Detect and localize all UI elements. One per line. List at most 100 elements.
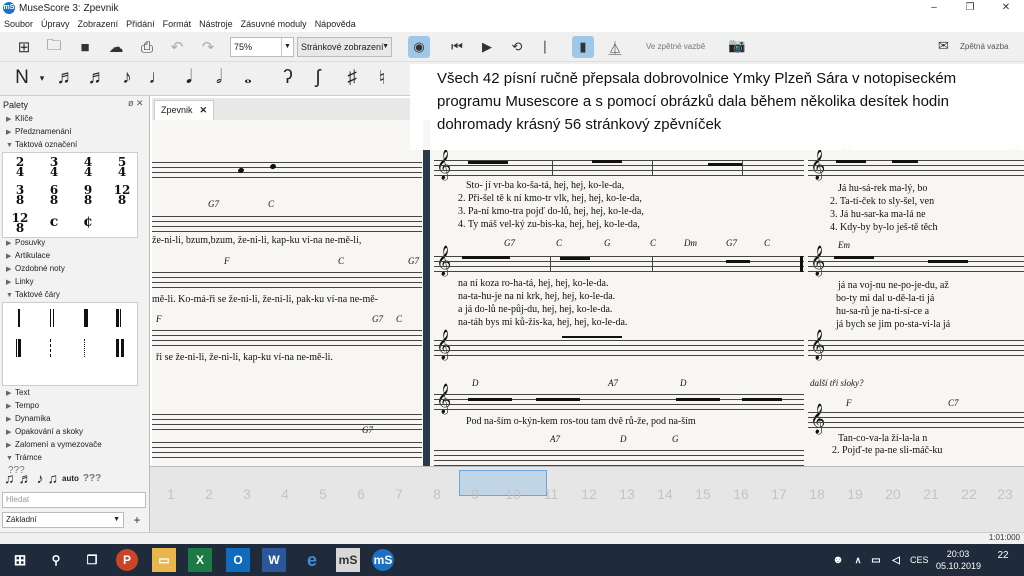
close-button[interactable]: ✕	[988, 0, 1024, 16]
sixtyfourth-note-icon[interactable]: ♬	[54, 64, 78, 92]
quarter-note-icon[interactable]: 𝅘𝅥	[177, 64, 201, 92]
new-score-icon[interactable]: ⊞	[14, 37, 34, 57]
barline-double[interactable]	[50, 309, 54, 327]
rewind-icon[interactable]: ⏮	[446, 36, 468, 58]
clock[interactable]: 20:03 05.10.2019	[936, 548, 981, 572]
sharp-icon[interactable]: ♯	[340, 64, 364, 92]
time-sig-5-4[interactable]: 54	[105, 156, 139, 178]
barline-end-repeat[interactable]	[16, 339, 21, 357]
palette-float-close-icon[interactable]: ø ✕	[128, 98, 144, 109]
page-thumbnail[interactable]: 4	[268, 471, 302, 517]
page-thumbnail[interactable]: 5	[306, 471, 340, 517]
page-thumbnail[interactable]: 6	[344, 471, 378, 517]
file-explorer-icon[interactable]: ▭	[152, 548, 176, 572]
menu-view[interactable]: Zobrazení	[78, 19, 119, 29]
palette-time-signatures[interactable]: ▼ Taktová označení	[6, 140, 77, 149]
time-sig-12-8-b[interactable]: 12 8	[3, 212, 37, 234]
page-thumbnail[interactable]: 21	[914, 471, 948, 517]
menu-add[interactable]: Přidání	[126, 19, 155, 29]
no-beam-icon[interactable]: ♪	[37, 470, 44, 486]
metronome-play-icon[interactable]: ▮	[572, 36, 594, 58]
palette-clefs[interactable]: ▶ Klíče	[6, 114, 33, 123]
time-sig-9-8[interactable]: 98	[71, 184, 105, 206]
palette-beam-properties[interactable]: ▼ Trámce	[6, 453, 42, 462]
edge-icon[interactable]: e	[300, 548, 324, 572]
zoom-combobox[interactable]: 75% ▼	[230, 37, 294, 57]
beam-32nd-icon[interactable]: ♫	[48, 470, 59, 486]
menu-help[interactable]: Nápověda	[315, 19, 356, 29]
outlook-icon[interactable]: O	[226, 548, 250, 572]
half-note-icon[interactable]: 𝅗𝅥	[207, 64, 231, 92]
save-icon[interactable]: ■	[75, 37, 95, 57]
volume-icon[interactable]: ◁	[884, 548, 908, 572]
beam-start-icon[interactable]: ♫	[4, 470, 15, 486]
time-sig-4-4[interactable]: 44	[71, 156, 105, 178]
tuplet-icon[interactable]: ʃ	[306, 64, 330, 92]
page-thumbnail[interactable]: 9	[458, 471, 492, 517]
barline-start-repeat[interactable]	[116, 309, 121, 327]
chevron-down-icon[interactable]: ▾	[30, 64, 54, 92]
barline-end-start-repeat[interactable]	[116, 339, 124, 357]
palette-text[interactable]: ▶ Text	[6, 388, 30, 397]
page-thumbnail[interactable]: 2	[192, 471, 226, 517]
time-sig-3-8[interactable]: 38	[3, 184, 37, 206]
barline-single[interactable]	[18, 309, 20, 327]
page-thumbnail[interactable]: 18	[800, 471, 834, 517]
eighth-note-icon[interactable]: ♩	[146, 64, 170, 92]
whole-note-icon[interactable]: 𝅝	[236, 64, 260, 92]
minimize-button[interactable]: –	[916, 0, 952, 16]
word-icon[interactable]: W	[262, 548, 286, 572]
time-sig-6-8[interactable]: 68	[37, 184, 71, 206]
menu-file[interactable]: Soubor	[4, 19, 33, 29]
envelope-icon[interactable]: ✉	[938, 38, 949, 54]
time-sig-common[interactable]: c	[37, 215, 71, 229]
mixer-icon[interactable]: ◉	[408, 36, 430, 58]
redo-icon[interactable]: ↷	[198, 37, 218, 57]
page-thumbnail[interactable]: 8	[420, 471, 454, 517]
barline-dotted[interactable]	[84, 339, 85, 357]
palette-dynamics[interactable]: ▶ Dynamika	[6, 414, 51, 423]
feedback-label[interactable]: Zpětná vazba	[960, 42, 1008, 51]
page-thumbnail[interactable]: 17	[762, 471, 796, 517]
time-sig-12-8[interactable]: 12 8	[105, 184, 139, 206]
palette-lines[interactable]: ▶ Linky	[6, 277, 34, 286]
palette-barlines[interactable]: ▼ Taktové čáry	[6, 290, 60, 299]
natural-icon[interactable]: ♮	[370, 64, 394, 92]
input-language[interactable]: CES	[910, 555, 929, 565]
maximize-button[interactable]: ❐	[952, 0, 988, 16]
auto-beam-button[interactable]: auto	[62, 474, 79, 483]
beam-middle-icon[interactable]: ♬	[19, 470, 33, 486]
page-thumbnail[interactable]: 13	[610, 471, 644, 517]
menu-format[interactable]: Formát	[163, 19, 192, 29]
page-thumbnail[interactable]: 23	[988, 471, 1022, 517]
loop-icon[interactable]: ⟲	[506, 36, 528, 58]
cloud-upload-icon[interactable]: ☁	[106, 37, 126, 57]
time-sig-3-4[interactable]: 34	[37, 156, 71, 178]
add-workspace-icon[interactable]: +	[128, 512, 146, 528]
camera-icon[interactable]: 📷	[728, 37, 745, 54]
view-mode-select[interactable]: Stránkové zobrazení ▼	[297, 37, 392, 57]
page-thumbnail[interactable]: 10	[496, 471, 530, 517]
palette-articulations[interactable]: ▶ Artikulace	[6, 251, 50, 260]
undo-icon[interactable]: ↶	[167, 37, 187, 57]
rest-icon[interactable]: ʔ	[276, 64, 300, 92]
time-sig-cut[interactable]: ¢	[71, 215, 105, 229]
tab-zpevnik[interactable]: Zpevnik ✕	[154, 100, 214, 120]
palette-breaks-spacers[interactable]: ▶ Zalomení a vymezovače	[6, 440, 102, 449]
page-thumbnail[interactable]: 11	[534, 471, 568, 517]
page-thumbnail[interactable]: 22	[952, 471, 986, 517]
page-thumbnail[interactable]: 19	[838, 471, 872, 517]
sixteenth-note-icon[interactable]: ♪	[115, 64, 139, 92]
musescore-file-icon[interactable]: mS	[336, 548, 360, 572]
page-thumbnail[interactable]: 3	[230, 471, 264, 517]
powerpoint-icon[interactable]: P	[116, 549, 138, 571]
menu-plugins[interactable]: Zásuvné moduly	[241, 19, 307, 29]
menu-tools[interactable]: Nástroje	[199, 19, 233, 29]
open-folder-icon[interactable]: 🗀	[44, 37, 64, 57]
search-icon[interactable]: ⚲	[44, 548, 68, 572]
navigator[interactable]: 1 2 3 4 5 6 7 8 9 10 11 12 13 14 15 16 1…	[150, 466, 1024, 532]
workspace-select[interactable]: Základní ▼	[2, 512, 124, 528]
palette-grace-notes[interactable]: ▶ Ozdobné noty	[6, 264, 65, 273]
barline-dashed[interactable]	[50, 339, 51, 357]
windows-start-icon[interactable]: ⊞	[8, 548, 32, 572]
